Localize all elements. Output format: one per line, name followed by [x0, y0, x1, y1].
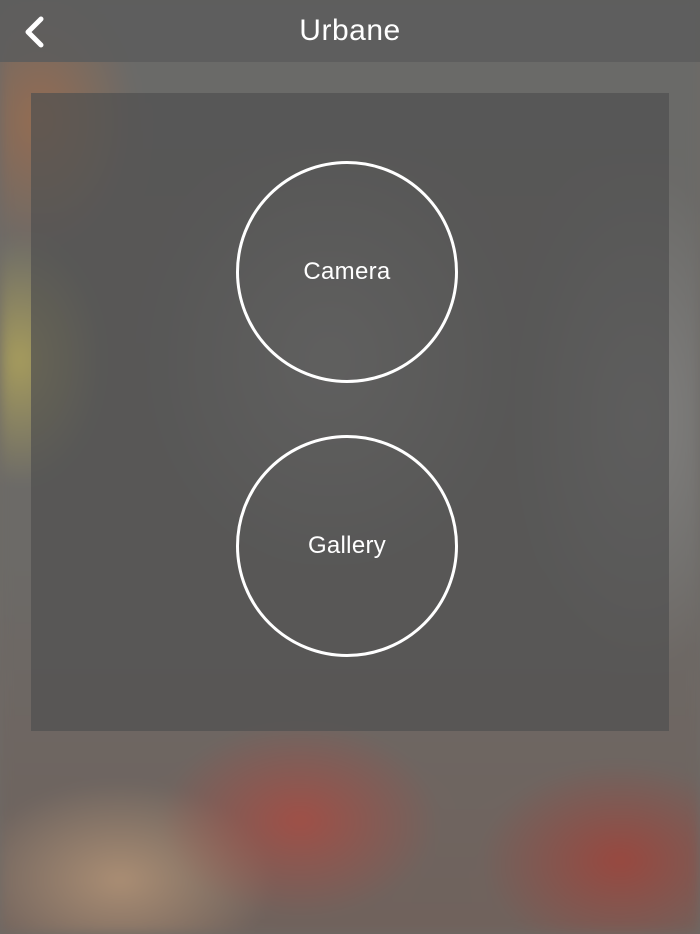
chevron-left-icon [22, 15, 46, 49]
page-title: Urbane [299, 14, 401, 47]
source-picker-panel: Camera Gallery [31, 93, 669, 731]
gallery-button-label: Gallery [307, 532, 387, 559]
camera-button-label: Camera [303, 258, 391, 285]
gallery-button[interactable]: Gallery [236, 435, 458, 657]
back-button[interactable] [14, 12, 54, 52]
screen: Urbane Camera Gallery [0, 0, 700, 934]
top-bar: Urbane [0, 0, 700, 62]
camera-button[interactable]: Camera [236, 161, 458, 383]
